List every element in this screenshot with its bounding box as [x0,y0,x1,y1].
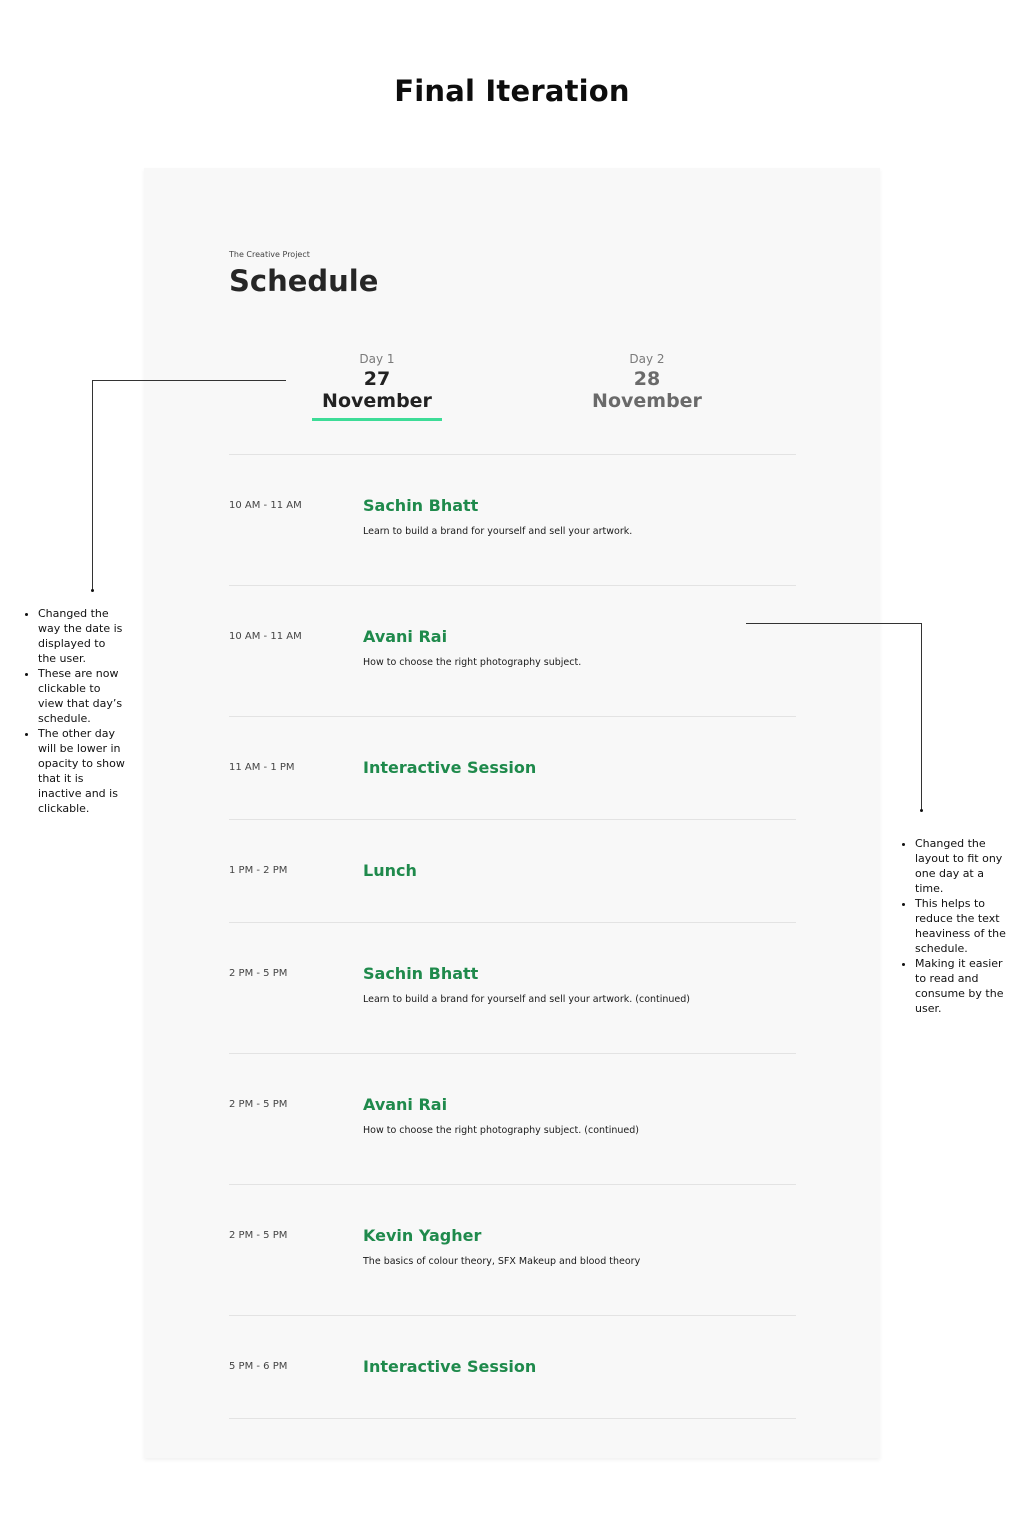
session-time: 10 AM - 11 AM [229,500,302,511]
row-divider [229,454,796,455]
annotation-item: Changed the layout to fit ony one day at… [915,836,1008,896]
session-row: 10 AM - 11 AM Avani Rai How to choose the … [229,627,796,708]
annotation-dot-left [91,589,94,592]
session-title: Sachin Bhatt [363,496,479,515]
row-divider [229,1418,796,1419]
session-time: 1 PM - 2 PM [229,865,288,876]
annotation-item: The other day will be lower in opacity t… [38,726,126,816]
day-date: 27 November [322,368,432,412]
session-row: 11 AM - 1 PM Interactive Session [229,758,796,811]
schedule-heading: Schedule [229,264,379,298]
page-title: Final Iteration [394,74,630,108]
session-row: 2 PM - 5 PM Sachin Bhatt Learn to build a … [229,964,796,1045]
row-divider [229,1184,796,1185]
session-title: Interactive Session [363,758,537,777]
annotation-item: Making it easier to read and consume by … [915,956,1008,1016]
row-divider [229,585,796,586]
row-divider [229,819,796,820]
annotation-item: These are now clickable to view that day… [38,666,126,726]
annotation-connector-left-h [92,380,286,381]
session-title: Avani Rai [363,1095,448,1114]
active-tab-underline [312,418,442,421]
session-description: Learn to build a brand for yourself and … [363,994,691,1005]
annotation-dot-right [920,809,923,812]
session-time: 2 PM - 5 PM [229,1099,288,1110]
annotation-right: Changed the layout to fit ony one day at… [903,836,1008,1016]
session-description: How to choose the right photography subj… [363,1125,640,1136]
annotation-item: This helps to reduce the text heaviness … [915,896,1008,956]
session-time: 2 PM - 5 PM [229,968,288,979]
row-divider [229,716,796,717]
session-time: 11 AM - 1 PM [229,762,295,773]
schedule-card: The Creative Project Schedule Day 1 27 N… [144,168,880,1458]
session-row: 1 PM - 2 PM Lunch [229,861,796,914]
day-date: 28 November [592,368,702,412]
annotation-item: Changed the way the date is displayed to… [38,606,126,666]
annotation-connector-right-h [746,623,921,624]
session-row: 5 PM - 6 PM Interactive Session [229,1357,796,1410]
session-time: 10 AM - 11 AM [229,631,302,642]
row-divider [229,1053,796,1054]
session-title: Lunch [363,861,417,880]
day-label: Day 2 [629,352,665,366]
tab-day-2[interactable]: Day 2 28 November [577,352,717,412]
annotation-left: Changed the way the date is displayed to… [26,606,126,816]
session-time: 5 PM - 6 PM [229,1361,288,1372]
session-row: 2 PM - 5 PM Kevin Yagher The basics of col… [229,1226,796,1307]
session-row: 10 AM - 11 AM Sachin Bhatt Learn to build … [229,496,796,577]
session-time: 2 PM - 5 PM [229,1230,288,1241]
session-title: Kevin Yagher [363,1226,482,1245]
session-title: Interactive Session [363,1357,537,1376]
row-divider [229,1315,796,1316]
project-name: The Creative Project [229,250,310,259]
tab-day-1[interactable]: Day 1 27 November [312,352,442,421]
session-description: How to choose the right photography subj… [363,657,582,668]
day-label: Day 1 [359,352,395,366]
session-row: 2 PM - 5 PM Avani Rai How to choose the ri… [229,1095,796,1176]
session-description: The basics of colour theory, SFX Makeup … [363,1256,641,1267]
annotation-connector-left-v [92,380,93,590]
session-title: Avani Rai [363,627,448,646]
session-description: Learn to build a brand for yourself and … [363,526,633,537]
session-title: Sachin Bhatt [363,964,479,983]
annotation-connector-right-v [921,623,922,811]
row-divider [229,922,796,923]
